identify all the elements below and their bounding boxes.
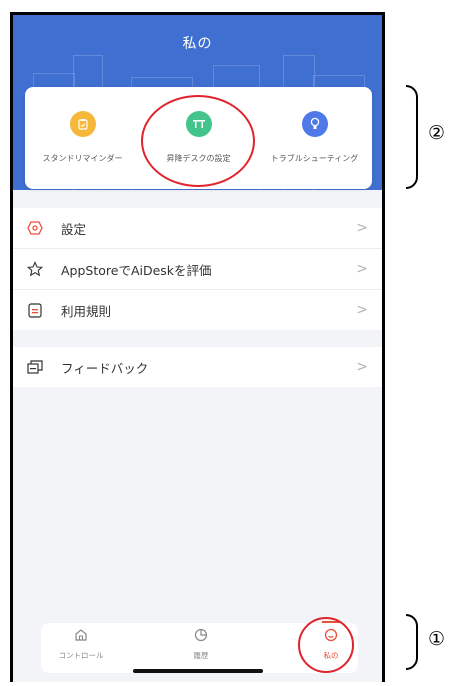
clipboard-icon [69,111,96,137]
bulb-icon [301,111,328,137]
tab-control[interactable]: コントロール [41,627,121,661]
annotation-bracket [406,85,418,189]
page-title: 私の [182,36,213,52]
annotation-marker-1: ① [428,628,446,650]
star-icon [27,261,43,277]
feedback-icon [27,359,43,375]
menu-item-label: フィードバック [61,360,149,376]
menu-item-rate-app[interactable]: AppStoreでAiDeskを評価 > [13,249,382,290]
feature-label: トラブルシューティング [270,154,359,163]
highlight-ellipse [141,95,255,187]
document-icon [27,302,43,318]
highlight-ellipse [298,617,354,673]
home-indicator [133,669,263,673]
chart-icon [194,627,208,646]
feature-stand-reminder[interactable]: スタンドリマインダー [25,111,140,164]
feature-label: スタンドリマインダー [42,154,123,163]
feature-troubleshooting[interactable]: トラブルシューティング [257,111,372,164]
feedback-list: フィードバック > [13,347,382,387]
home-icon [74,627,88,646]
chevron-right-icon: > [356,359,368,375]
tab-history[interactable]: 履歴 [161,627,241,661]
menu-item-label: 利用規則 [61,303,112,319]
tab-label: 履歴 [193,651,209,660]
menu-list: 設定 > AppStoreでAiDeskを評価 > 利用規則 > [13,208,382,330]
settings-icon [27,220,43,236]
menu-item-label: 設定 [61,221,87,237]
menu-item-settings[interactable]: 設定 > [13,208,382,249]
tab-label: コントロール [58,651,104,660]
menu-item-label: AppStoreでAiDeskを評価 [61,262,212,278]
menu-item-terms[interactable]: 利用規則 > [13,290,382,330]
chevron-right-icon: > [356,261,368,277]
chevron-right-icon: > [356,220,368,236]
annotation-marker-2: ② [428,122,446,144]
menu-item-feedback[interactable]: フィードバック > [13,347,382,387]
annotation-bracket [406,614,418,670]
chevron-right-icon: > [356,302,368,318]
